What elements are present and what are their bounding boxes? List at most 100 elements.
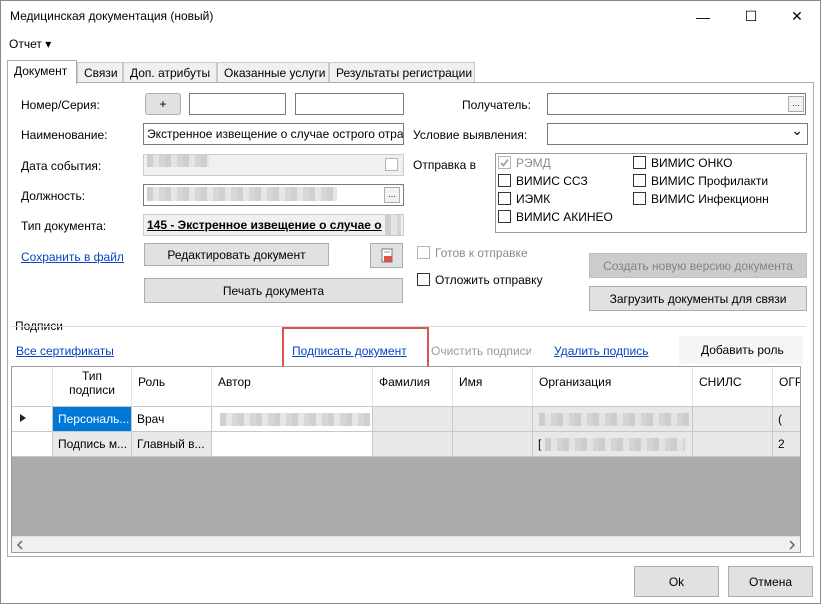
series-input[interactable] [295,93,404,115]
signatures-grid: Тип подписи Роль Автор Фамилия Имя Орган… [11,366,801,553]
vimis-onko-checkbox[interactable] [633,156,646,169]
horizontal-scrollbar[interactable] [12,536,800,552]
ready-to-send-label: Готов к отправке [435,246,528,260]
table-cell[interactable]: Подпись м... [53,432,132,457]
export-pdf-button[interactable] [370,243,403,268]
table-cell [373,432,453,457]
vimis-ssz-label: ВИМИС ССЗ [516,174,588,188]
position-select-button[interactable]: ... [384,187,400,203]
remd-checkbox [498,156,511,169]
table-cell [693,432,773,457]
close-button[interactable]: ✕ [774,1,820,32]
vimis-ssz-checkbox[interactable] [498,174,511,187]
scroll-right-icon[interactable] [787,540,797,550]
row-selector[interactable] [12,432,53,457]
table-cell[interactable]: Главный в... [132,432,212,457]
vimis-onko-label: ВИМИС ОНКО [651,156,733,170]
redacted-author [220,413,370,426]
vimis-prof-label: ВИМИС Профилакти [651,174,769,188]
doc-type-input: 145 - Экстренное извещение о случае о [143,214,404,236]
col-signature-type[interactable]: Тип подписи [53,367,132,407]
print-document-button[interactable]: Печать документа [144,278,403,303]
table-cell [693,407,773,432]
title-bar: Медицинская документация (новый) — ☐ ✕ [1,1,820,32]
table-cell [533,407,693,432]
name-input[interactable]: Экстренное извещение о случае острого от… [143,123,404,145]
event-date-label: Дата события: [21,159,102,173]
menu-report[interactable]: Отчет ▾ [9,37,51,51]
detection-select[interactable]: ⌄ [547,123,808,145]
add-role-button[interactable]: Добавить роль [679,336,803,364]
table-cell [453,432,533,457]
iemk-checkbox[interactable] [498,192,511,205]
vimis-inf-label: ВИМИС Инфекционн [651,192,769,206]
dialog-window: Медицинская документация (новый) — ☐ ✕ О… [0,0,821,604]
recipient-label: Получатель: [462,98,531,112]
load-docs-button[interactable]: Загрузить документы для связи [589,286,807,311]
position-label: Должность: [21,189,86,203]
col-organization[interactable]: Организация [533,367,693,407]
row-header-column [12,367,53,407]
edit-document-button[interactable]: Редактировать документ [144,243,329,266]
chevron-down-icon: ⌄ [791,123,803,138]
col-snils[interactable]: СНИЛС [693,367,773,407]
number-add-button[interactable]: + [145,93,181,115]
table-cell [453,407,533,432]
sign-document-link[interactable]: Подписать документ [292,344,407,358]
table-cell: ( [773,407,800,432]
redacted-org [539,413,689,426]
ok-button[interactable]: Ok [634,566,719,597]
tab-extra-attributes[interactable]: Доп. атрибуты [123,62,217,83]
recipient-select-button[interactable]: ... [788,96,804,112]
redacted-doc-type-end [385,215,401,235]
table-cell[interactable] [212,407,373,432]
name-label: Наименование: [21,128,108,142]
minimize-button[interactable]: — [680,1,726,32]
redacted-position [147,187,337,201]
create-version-button: Создать новую версию документа [589,253,807,278]
col-ogrn[interactable]: ОГР [773,367,800,407]
window-title: Медицинская документация (новый) [10,9,214,23]
remd-label: РЭМД [516,156,551,170]
detection-label: Условие выявления: [413,128,528,142]
maximize-button[interactable]: ☐ [728,1,774,32]
save-to-file-link[interactable]: Сохранить в файл [21,250,124,264]
pdf-export-icon [381,248,392,262]
number-input[interactable] [189,93,286,115]
postpone-send-checkbox[interactable] [417,273,430,286]
table-cell [373,407,453,432]
redacted-date [147,155,209,167]
col-first-name[interactable]: Имя [453,367,533,407]
ready-to-send-checkbox [417,246,430,259]
row-selector[interactable] [12,407,53,432]
menu-bar: Отчет ▾ [1,32,820,54]
event-date-checkbox[interactable] [385,158,398,171]
table-cell[interactable] [212,432,373,457]
vimis-akineo-checkbox[interactable] [498,210,511,223]
tab-registration-results[interactable]: Результаты регистрации [329,62,475,83]
table-cell: [ [533,432,693,457]
vimis-inf-checkbox[interactable] [633,192,646,205]
table-cell[interactable]: Врач [132,407,212,432]
check-icon [500,159,509,167]
tab-services[interactable]: Оказанные услуги [217,62,329,83]
cancel-button[interactable]: Отмена [728,566,813,597]
postpone-send-label: Отложить отправку [435,273,543,287]
col-role[interactable]: Роль [132,367,212,407]
scroll-left-icon[interactable] [15,540,25,550]
doc-type-label: Тип документа: [21,219,107,233]
table-cell[interactable]: Персональ... [53,407,132,432]
col-author[interactable]: Автор [212,367,373,407]
vimis-akineo-label: ВИМИС АКИНЕО [516,210,613,224]
number-label: Номер/Серия: [21,98,100,112]
all-certificates-link[interactable]: Все сертификаты [16,344,114,358]
col-last-name[interactable]: Фамилия [373,367,453,407]
tab-links[interactable]: Связи [77,62,123,83]
clear-signatures-link: Очистить подписи [431,344,531,358]
tab-document[interactable]: Документ [7,60,77,84]
delete-signature-link[interactable]: Удалить подпись [554,344,649,358]
redacted-org [545,438,685,451]
vimis-prof-checkbox[interactable] [633,174,646,187]
recipient-input[interactable] [547,93,806,115]
current-row-arrow-icon [20,414,26,422]
